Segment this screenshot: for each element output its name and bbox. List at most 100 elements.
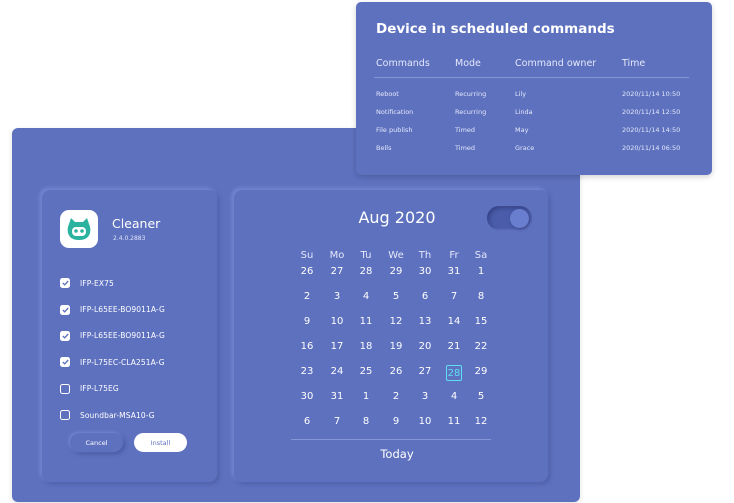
calendar-day[interactable]: 20 [414,341,436,352]
app-name: Cleaner [112,216,161,231]
calendar-day[interactable]: 11 [355,316,377,327]
device-item[interactable]: IFP-L75EG [60,376,165,402]
calendar-day[interactable]: 30 [414,266,436,277]
device-list: IFP-EX75 IFP-L65EE-BO9011A-G IFP-L65EE-BO9… [60,270,165,428]
calendar-day[interactable]: 31 [443,266,465,277]
calendar-day[interactable]: 3 [326,291,348,302]
cancel-button[interactable]: Cancel [70,433,123,452]
device-checkbox[interactable] [60,383,70,394]
toggle-knob [510,209,529,228]
command-owner: Grace [515,144,535,152]
calendar-day[interactable]: 7 [326,416,348,427]
calendar-day[interactable]: 29 [385,266,407,277]
calendar-day-selected[interactable]: 28 [446,365,462,381]
panel-title: Device in scheduled commands [376,21,615,37]
calendar-day[interactable]: 23 [296,366,318,377]
calendar-day[interactable]: 12 [385,316,407,327]
command-time: 2020/11/14 10:50 [622,90,681,98]
calendar-day[interactable]: 2 [296,291,318,302]
device-item[interactable]: IFP-L65EE-BO9011A-G [60,323,165,349]
calendar-day[interactable]: 19 [385,341,407,352]
calendar-day[interactable]: 1 [355,391,377,402]
calendar-day[interactable]: 24 [326,366,348,377]
column-header-time: Time [622,58,646,69]
calendar-day[interactable]: 26 [296,266,318,277]
device-label: Soundbar-MSA10-G [80,410,155,420]
calendar-day[interactable]: 29 [470,366,492,377]
column-header-commands: Commands [376,58,430,69]
calendar-day[interactable]: 5 [470,391,492,402]
calendar-day[interactable]: 21 [443,341,465,352]
calendar-day[interactable]: 9 [296,316,318,327]
calendar-toggle[interactable] [487,206,532,230]
calendar-day[interactable]: 9 [385,416,407,427]
command-owner: Lily [515,90,527,98]
device-checkbox[interactable] [60,330,70,341]
install-button[interactable]: Install [134,433,187,452]
calendar-day[interactable]: 26 [385,366,407,377]
calendar-day[interactable]: 8 [355,416,377,427]
device-item[interactable]: IFP-L65EE-BO9011A-G [60,296,165,322]
column-header-owner: Command owner [515,58,597,69]
command-owner: Linda [515,108,533,116]
calendar-day[interactable]: 8 [470,291,492,302]
calendar-day[interactable]: 2 [385,391,407,402]
device-checkbox[interactable] [60,357,70,368]
device-checkbox[interactable] [60,278,70,289]
calendar-day[interactable]: 28 [355,266,377,277]
column-header-mode: Mode [455,58,481,69]
calendar-day[interactable]: 30 [296,391,318,402]
check-icon [61,359,69,366]
calendar-day[interactable]: 31 [326,391,348,402]
scheduled-commands-panel: Device in scheduled commands Commands Mo… [356,2,712,175]
cat-face-icon [60,210,98,248]
calendar-day[interactable]: 15 [470,316,492,327]
command-time: 2020/11/14 12:50 [622,108,681,116]
device-checkbox[interactable] [60,410,70,421]
calendar-day[interactable]: 27 [326,266,348,277]
calendar-day[interactable]: 25 [355,366,377,377]
command-mode: Recurring [455,108,487,116]
calendar-day[interactable]: 27 [414,366,436,377]
device-label: IFP-L75EG [80,384,119,394]
calendar-day[interactable]: 18 [355,341,377,352]
device-item[interactable]: IFP-EX75 [60,270,165,296]
calendar-day[interactable]: 17 [326,341,348,352]
calendar-day[interactable]: 6 [414,291,436,302]
main-panel: Cleaner 2.4.0.2883 IFP-EX75 IFP-L65EE-BO9… [12,128,580,502]
calendar-day[interactable]: 1 [470,266,492,277]
weekday-label: Tu [360,250,372,261]
calendar-day[interactable]: 10 [326,316,348,327]
calendar-day[interactable]: 6 [296,416,318,427]
calendar-day[interactable]: 4 [443,391,465,402]
calendar-day[interactable]: 13 [414,316,436,327]
calendar-card: Aug 2020 Su Mo Tu We Th Fr Sa 26 27 28 29 30 31 1 2 3 4 5… [234,190,548,482]
command-name: Bells [376,144,392,152]
command-name: Reboot [376,90,399,98]
command-name: Notification [376,108,414,116]
calendar-day[interactable]: 4 [355,291,377,302]
calendar-day[interactable]: 11 [443,416,465,427]
device-checkbox[interactable] [60,304,70,315]
calendar-day[interactable]: 3 [414,391,436,402]
app-version: 2.4.0.2883 [113,235,146,242]
calendar-day[interactable]: 22 [470,341,492,352]
calendar-day[interactable]: 7 [443,291,465,302]
device-label: IFP-L65EE-BO9011A-G [80,305,165,315]
weekday-label: We [388,250,404,261]
device-label: IFP-L75EC-CLA251A-G [80,357,165,367]
calendar-day[interactable]: 12 [470,416,492,427]
calendar-divider [291,439,491,440]
calendar-day[interactable]: 5 [385,291,407,302]
device-item[interactable]: Soundbar-MSA10-G [60,402,165,428]
calendar-day[interactable]: 10 [414,416,436,427]
weekday-label: Sa [474,250,488,261]
app-install-card: Cleaner 2.4.0.2883 IFP-EX75 IFP-L65EE-BO9… [42,190,217,482]
calendar-day[interactable]: 16 [296,341,318,352]
command-time: 2020/11/14 06:50 [622,144,681,152]
calendar-day[interactable]: 14 [443,316,465,327]
device-item[interactable]: IFP-L75EC-CLA251A-G [60,349,165,375]
today-button[interactable]: Today [234,447,560,461]
check-icon [61,333,69,339]
command-time: 2020/11/14 14:50 [622,126,681,134]
